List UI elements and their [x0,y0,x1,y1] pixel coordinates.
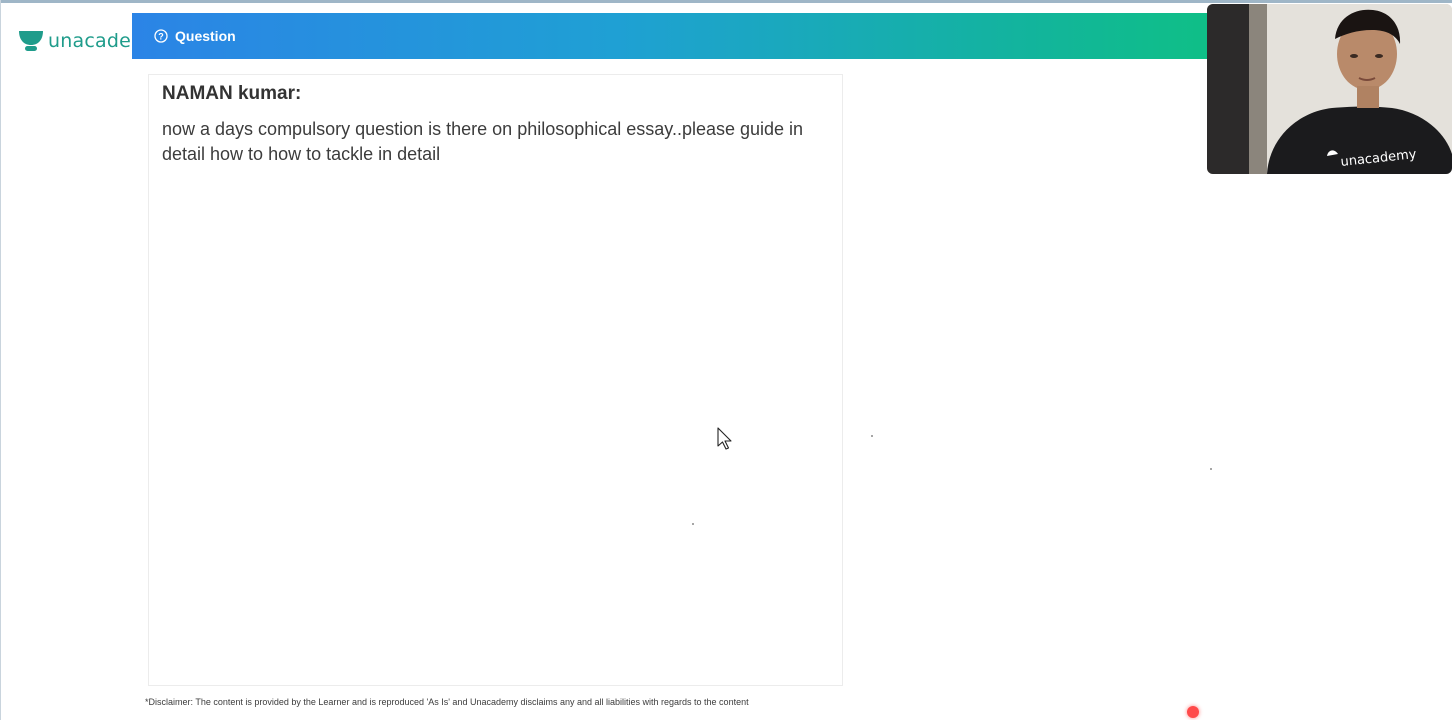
mouse-cursor-icon [717,427,735,456]
question-circle-icon: ? [154,29,168,43]
svg-text:?: ? [158,31,164,41]
presenter-video-icon: unacademy [1207,4,1452,174]
unacademy-logo-icon [18,29,44,53]
question-author: NAMAN kumar: [162,83,302,104]
disclaimer-text: *Disclaimer: The content is provided by … [145,697,749,707]
question-card: NAMAN kumar: now a days compulsory quest… [148,74,843,686]
banner-label: Question [175,28,236,44]
question-text: now a days compulsory question is there … [162,119,804,164]
question-banner: ? Question [132,13,1207,59]
annotation-speck [692,523,694,525]
left-border [0,0,1,720]
webcam-video: unacademy [1207,4,1452,174]
laser-pointer-dot [1187,706,1199,718]
annotation-speck [1210,468,1212,470]
annotation-speck [871,435,873,437]
top-border [0,0,1452,3]
